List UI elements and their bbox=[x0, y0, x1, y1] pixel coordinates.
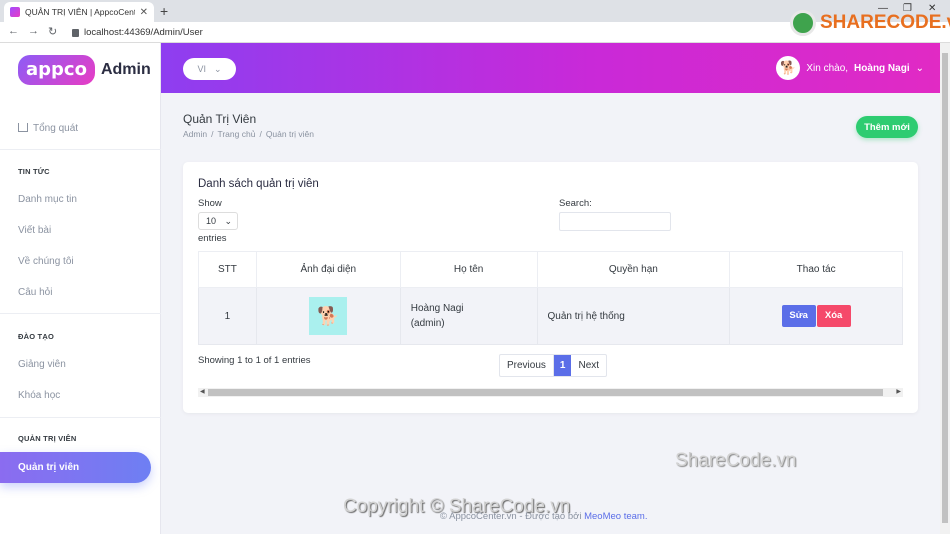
user-avatar-image: 🐕 bbox=[309, 297, 348, 335]
sidebar-item-label: Tổng quát bbox=[33, 123, 79, 134]
entries-label: entries bbox=[198, 233, 227, 244]
forward-icon[interactable]: → bbox=[28, 25, 39, 37]
user-name: Hoàng Nagi bbox=[854, 62, 910, 74]
user-menu[interactable]: 🐕 Xin chào, Hoàng Nagi ⌄ bbox=[776, 56, 924, 80]
pagination: Previous 1 Next bbox=[499, 354, 608, 377]
sidebar-divider bbox=[0, 149, 161, 150]
horizontal-scrollbar[interactable]: ◀ ▶ bbox=[198, 388, 903, 397]
card-title: Danh sách quản trị viên bbox=[198, 178, 319, 190]
home-icon bbox=[18, 123, 28, 132]
url-field[interactable]: localhost:44369/Admin/User bbox=[64, 24, 724, 41]
sidebar-section-news: TIN TỨC bbox=[18, 167, 50, 176]
page-button-current[interactable]: 1 bbox=[553, 355, 572, 376]
search-label: Search: bbox=[559, 198, 592, 209]
cell-avatar: 🐕 bbox=[255, 287, 401, 345]
chevron-down-icon: ⌄ bbox=[915, 62, 924, 74]
sidebar-item-overview[interactable]: Tổng quát bbox=[18, 122, 78, 134]
admin-table: STT Ảnh đại diện Họ tên Quyền hạn Thao t… bbox=[198, 251, 903, 345]
new-tab-icon[interactable]: + bbox=[160, 2, 168, 20]
sidebar-item-admins[interactable]: Quản trị viên bbox=[0, 452, 151, 483]
scroll-right-icon[interactable]: ▶ bbox=[896, 388, 901, 397]
cell-stt: 1 bbox=[198, 287, 257, 345]
language-value: VI bbox=[197, 64, 206, 74]
sidebar: appco Admin Tổng quát TIN TỨC Danh mục t… bbox=[0, 43, 161, 534]
column-header-name[interactable]: Họ tên bbox=[399, 251, 538, 288]
language-select[interactable]: VI ⌄ bbox=[183, 58, 236, 80]
page-length-value: 10 bbox=[206, 216, 217, 226]
cell-role: Quản trị hệ thống bbox=[536, 287, 731, 345]
user-username: (admin) bbox=[410, 318, 445, 329]
sidebar-item-lecturers[interactable]: Giảng viên bbox=[18, 359, 66, 370]
show-label: Show bbox=[198, 198, 222, 209]
sidebar-item-about[interactable]: Về chúng tôi bbox=[18, 256, 74, 267]
delete-button[interactable]: Xóa bbox=[816, 305, 851, 327]
column-header-stt[interactable]: STT bbox=[198, 251, 257, 288]
add-new-button[interactable]: Thêm mới bbox=[856, 116, 918, 138]
sidebar-section-training: ĐÀO TẠO bbox=[18, 332, 54, 341]
search-input[interactable] bbox=[559, 212, 671, 231]
breadcrumb-item[interactable]: Trang chủ bbox=[217, 129, 255, 139]
top-header: VI ⌄ 🐕 Xin chào, Hoàng Nagi ⌄ bbox=[161, 43, 940, 93]
edit-button[interactable]: Sửa bbox=[781, 305, 816, 327]
scroll-left-icon[interactable]: ◀ bbox=[200, 388, 205, 397]
lock-icon bbox=[72, 28, 79, 37]
breadcrumb-item: Quản trị viên bbox=[265, 129, 315, 139]
user-fullname: Hoàng Nagi bbox=[410, 303, 464, 314]
page-length-select[interactable]: 10 ⌄ bbox=[198, 212, 238, 230]
brand-logo: appco bbox=[18, 55, 95, 85]
table-info: Showing 1 to 1 of 1 entries bbox=[198, 355, 311, 366]
sidebar-item-faq[interactable]: Câu hỏi bbox=[18, 287, 52, 298]
sidebar-item-categories[interactable]: Danh mục tin bbox=[18, 194, 77, 205]
sharecode-logo-icon bbox=[790, 10, 816, 36]
watermark-copyright: Copyright © ShareCode.vn bbox=[343, 496, 571, 517]
watermark-logo-text: SHARECODE.vn bbox=[820, 12, 950, 33]
column-header-avatar[interactable]: Ảnh đại diện bbox=[255, 251, 401, 288]
page-title: Quản Trị Viên bbox=[183, 112, 257, 126]
sidebar-divider bbox=[0, 313, 161, 314]
breadcrumb-separator: / bbox=[259, 129, 262, 139]
brand-suffix: Admin bbox=[100, 61, 151, 78]
sidebar-divider bbox=[0, 417, 161, 418]
watermark-text: ShareCode.vn bbox=[675, 450, 797, 471]
browser-tab[interactable]: QUẢN TRỊ VIÊN | AppcoCenter.vn ✕ bbox=[4, 2, 154, 22]
column-header-actions[interactable]: Thao tác bbox=[729, 251, 903, 288]
footer-team-link[interactable]: MeoMeo team. bbox=[584, 511, 647, 522]
vertical-scrollbar[interactable] bbox=[940, 43, 950, 534]
cell-actions: Sửa Xóa bbox=[729, 287, 903, 345]
reload-icon[interactable]: ↻ bbox=[48, 25, 57, 38]
admin-list-card: Danh sách quản trị viên Show 10 ⌄ entrie… bbox=[183, 162, 918, 413]
breadcrumb-separator: / bbox=[211, 129, 214, 139]
table-row: 1 🐕 Hoàng Nagi (admin) Quản trị hệ thống… bbox=[198, 287, 903, 345]
chevron-down-icon: ⌄ bbox=[213, 63, 222, 74]
close-tab-icon[interactable]: ✕ bbox=[140, 7, 148, 18]
next-page-button[interactable]: Next bbox=[571, 355, 606, 376]
scrollbar-thumb[interactable] bbox=[208, 389, 883, 396]
brand[interactable]: appco Admin bbox=[18, 55, 151, 85]
watermark-logo: SHARECODE.vn bbox=[790, 10, 950, 36]
breadcrumb: Admin / Trang chủ / Quản trị viên bbox=[183, 129, 314, 139]
breadcrumb-item[interactable]: Admin bbox=[183, 129, 207, 139]
sidebar-section-admins: QUẢN TRỊ VIÊN bbox=[18, 434, 77, 443]
favicon-icon bbox=[10, 7, 20, 17]
column-header-role[interactable]: Quyền hạn bbox=[536, 251, 731, 288]
tab-title: QUẢN TRỊ VIÊN | AppcoCenter.vn bbox=[25, 7, 135, 17]
previous-page-button[interactable]: Previous bbox=[500, 355, 554, 376]
url-text: localhost:44369/Admin/User bbox=[84, 27, 203, 38]
back-icon[interactable]: ← bbox=[8, 25, 19, 37]
table-header-row: STT Ảnh đại diện Họ tên Quyền hạn Thao t… bbox=[198, 251, 903, 288]
sidebar-item-courses[interactable]: Khóa học bbox=[18, 390, 60, 401]
cell-name: Hoàng Nagi (admin) bbox=[399, 287, 538, 345]
chevron-down-icon: ⌄ bbox=[224, 215, 232, 226]
sidebar-item-write-post[interactable]: Viết bài bbox=[18, 225, 51, 236]
greeting-text: Xin chào, bbox=[806, 62, 849, 74]
scrollbar-thumb[interactable] bbox=[942, 53, 948, 523]
avatar: 🐕 bbox=[776, 56, 801, 80]
